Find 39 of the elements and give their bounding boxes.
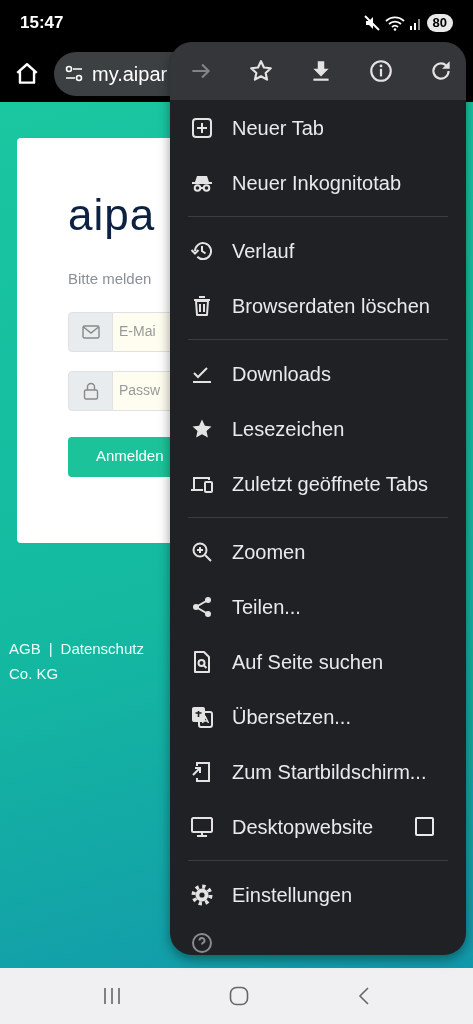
clock-time: 15:47 [20, 11, 64, 34]
menu-item[interactable]: Verlauf [170, 223, 466, 278]
home-icon[interactable] [14, 60, 40, 87]
menu-item[interactable]: Auf Seite suchen [170, 634, 466, 689]
menu-item[interactable]: Übersetzen... [170, 689, 466, 744]
settings-icon [190, 882, 214, 907]
password-field[interactable]: Passw [113, 370, 170, 411]
share-icon [190, 594, 214, 619]
menu-item[interactable]: Desktopwebsite [170, 799, 466, 854]
recents-icon[interactable] [101, 987, 122, 1005]
help-icon[interactable] [190, 930, 214, 955]
back-icon[interactable] [357, 986, 372, 1006]
info-icon[interactable] [368, 58, 394, 84]
menu-item[interactable]: Lesezeichen [170, 401, 466, 456]
mute-icon [362, 13, 381, 32]
lock-icon [82, 381, 99, 400]
battery-level: 80 [426, 13, 453, 32]
translate-icon [190, 704, 214, 729]
menu-item[interactable]: Zuletzt geöffnete Tabs [170, 456, 466, 511]
new-tab-icon [190, 115, 214, 140]
menu-item[interactable]: Neuer Inkognitotab [170, 155, 466, 210]
tune-icon [64, 63, 84, 84]
wifi-icon [384, 14, 405, 31]
menu-item[interactable]: Downloads [170, 346, 466, 401]
checkbox[interactable] [415, 817, 434, 836]
menu-item[interactable]: Zum Startbildschirm... [170, 744, 466, 799]
envelope-icon [81, 324, 100, 339]
separator: | [48, 639, 53, 659]
menu-item[interactable]: Neuer Tab [170, 100, 466, 155]
logo: aipa [68, 190, 157, 240]
email-field[interactable]: E-Mai [113, 311, 170, 352]
menu-item[interactable]: Einstellungen [170, 867, 466, 922]
star-icon[interactable] [248, 58, 274, 84]
menu-item[interactable]: Zoomen [170, 524, 466, 579]
login-prompt: Bitte melden [68, 269, 153, 289]
monitor-icon [190, 814, 214, 839]
menu-item[interactable]: Teilen... [170, 579, 466, 634]
footer-text: Co. KG [9, 664, 60, 684]
menu-item[interactable]: Browserdaten löschen [170, 278, 466, 333]
